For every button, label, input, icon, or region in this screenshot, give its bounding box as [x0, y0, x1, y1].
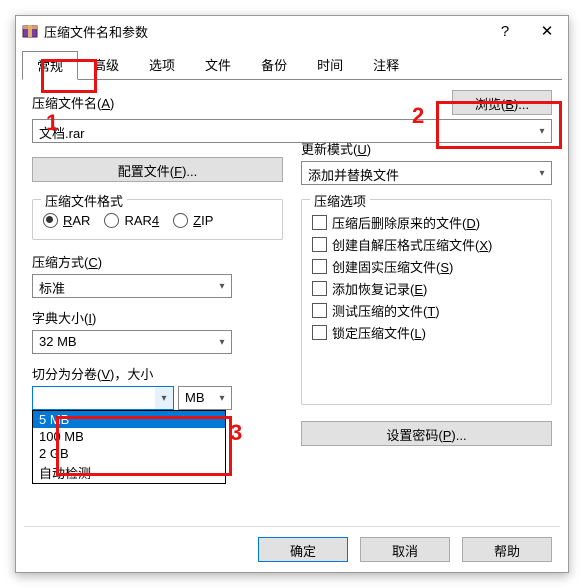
tab-backup[interactable]: 备份: [246, 50, 302, 79]
window-title: 压缩文件名和参数: [44, 22, 484, 41]
chevron-down-icon: ▾: [533, 162, 551, 184]
cancel-button[interactable]: 取消: [360, 537, 450, 562]
tab-content: 压缩文件名(A) 浏览(B)... 文档.rar ▾ 配置文件(F)... 更新…: [16, 80, 568, 526]
tab-files[interactable]: 文件: [190, 50, 246, 79]
profiles-button[interactable]: 配置文件(F)...: [32, 157, 283, 182]
check-sfx[interactable]: 创建自解压格式压缩文件(X): [312, 235, 541, 254]
update-mode-label: 更新模式(U): [301, 139, 552, 158]
radio-rar[interactable]: RAR: [43, 213, 90, 228]
tab-advanced[interactable]: 高级: [78, 50, 134, 79]
check-test[interactable]: 测试压缩的文件(T): [312, 301, 541, 320]
check-lock[interactable]: 锁定压缩文件(L): [312, 323, 541, 342]
method-label: 压缩方式(C): [32, 252, 283, 271]
format-group: 压缩文件格式 RAR RAR4 ZIP: [32, 199, 283, 240]
chevron-down-icon: ▾: [155, 387, 173, 409]
options-group: 压缩选项 压缩后删除原来的文件(D) 创建自解压格式压缩文件(X) 创建固实压缩…: [301, 199, 552, 405]
tab-general[interactable]: 常规: [22, 51, 78, 80]
password-button[interactable]: 设置密码(P)...: [301, 421, 552, 446]
update-mode-combo[interactable]: 添加并替换文件 ▾: [301, 161, 552, 185]
title-bar: 压缩文件名和参数 ? ✕: [16, 16, 568, 46]
split-size-combo[interactable]: ▾: [32, 386, 174, 410]
split-label: 切分为分卷(V)，大小: [32, 364, 283, 383]
radio-zip[interactable]: ZIP: [173, 213, 213, 228]
split-option-100mb[interactable]: 100 MB: [33, 428, 225, 445]
help-footer-button[interactable]: 帮助: [462, 537, 552, 562]
tab-strip: 常规 高级 选项 文件 备份 时间 注释: [16, 46, 568, 79]
split-option-2gb[interactable]: 2 GB: [33, 445, 225, 462]
chevron-down-icon: ▾: [213, 331, 231, 353]
check-delete[interactable]: 压缩后删除原来的文件(D): [312, 213, 541, 232]
tab-options[interactable]: 选项: [134, 50, 190, 79]
help-button[interactable]: ?: [484, 17, 526, 45]
check-recovery[interactable]: 添加恢复记录(E): [312, 279, 541, 298]
check-solid[interactable]: 创建固实压缩文件(S): [312, 257, 541, 276]
dialog-window: 压缩文件名和参数 ? ✕ 1 2 3 常规 高级 选项 文件 备份 时间 注释 …: [15, 15, 569, 573]
tab-comment[interactable]: 注释: [358, 50, 414, 79]
options-group-title: 压缩选项: [310, 191, 370, 210]
close-button[interactable]: ✕: [526, 17, 568, 45]
split-option-auto[interactable]: 自动检测: [33, 462, 225, 483]
ok-button[interactable]: 确定: [258, 537, 348, 562]
method-combo[interactable]: 标准 ▾: [32, 274, 232, 298]
split-unit-combo[interactable]: MB ▾: [178, 386, 232, 410]
app-icon: [22, 23, 38, 39]
browse-button[interactable]: 浏览(B)...: [452, 90, 552, 115]
chevron-down-icon: ▾: [213, 275, 231, 297]
chevron-down-icon: ▾: [213, 387, 231, 409]
tab-time[interactable]: 时间: [302, 50, 358, 79]
format-group-title: 压缩文件格式: [41, 191, 127, 210]
split-size-dropdown: 5 MB 100 MB 2 GB 自动检测: [32, 410, 226, 484]
filename-label: 压缩文件名(A): [32, 93, 114, 112]
radio-rar4[interactable]: RAR4: [104, 213, 159, 228]
dict-label: 字典大小(I): [32, 308, 283, 327]
dialog-footer: 确定 取消 帮助: [16, 527, 568, 572]
dict-combo[interactable]: 32 MB ▾: [32, 330, 232, 354]
split-option-5mb[interactable]: 5 MB: [33, 411, 225, 428]
